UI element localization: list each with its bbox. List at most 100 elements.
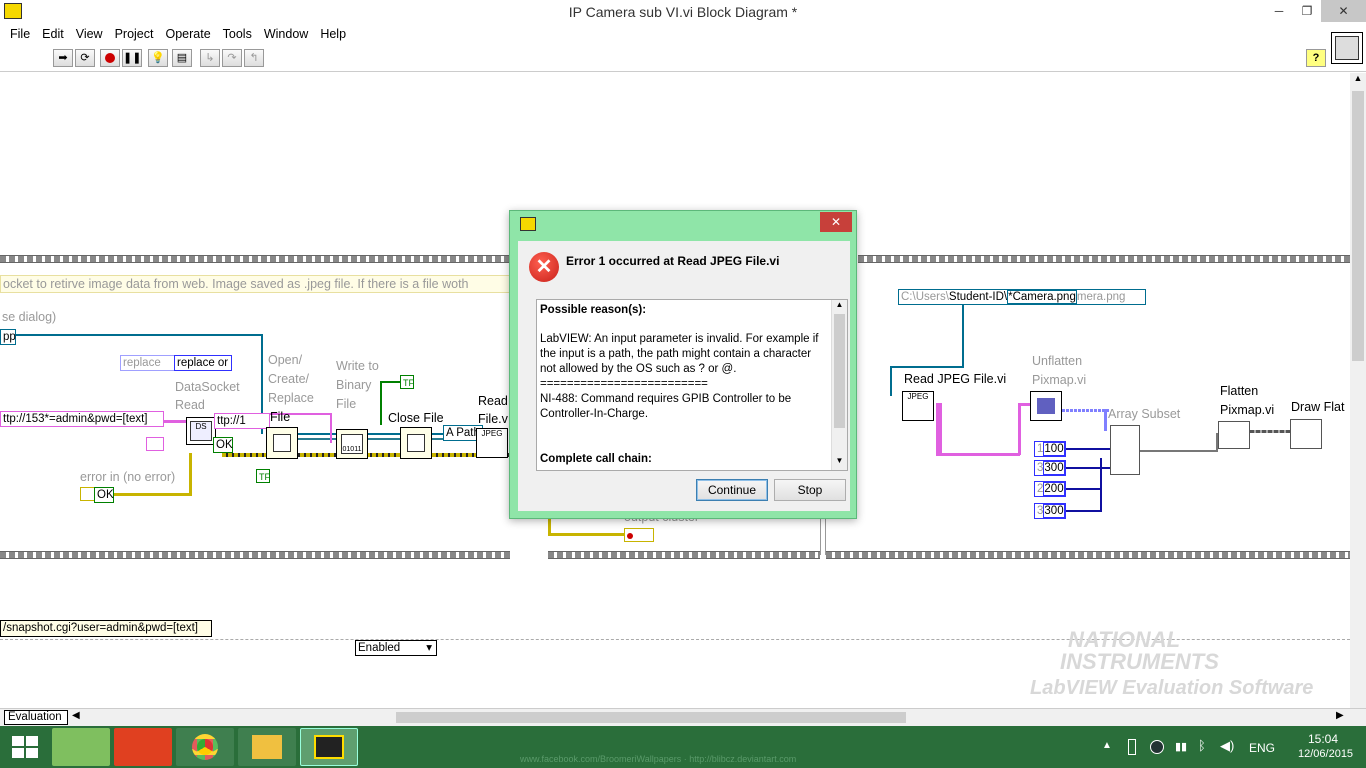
url-constant-2[interactable]: ttp://1 <box>214 413 270 429</box>
draw-flat-node[interactable] <box>1290 419 1322 449</box>
image-wire-3 <box>1018 403 1021 455</box>
image-path-constant[interactable]: C:\Users\Student-ID\*Camera.pngmera.png <box>898 289 1146 305</box>
url-constant[interactable]: ttp://153*=admin&pwd=[text] <box>0 411 164 427</box>
menu-file[interactable]: File <box>4 24 36 44</box>
app-icon[interactable] <box>4 3 22 19</box>
scroll-left-icon[interactable]: ◀ <box>72 710 80 721</box>
step-over-icon[interactable]: ↷ <box>222 49 242 67</box>
clock[interactable]: 15:04 12/06/2015 <box>1298 732 1353 762</box>
write-binary-label: Write to Binary File <box>336 359 379 411</box>
reason-text-area[interactable]: Possible reason(s): LabVIEW: An input pa… <box>536 299 848 471</box>
reason-scrollbar[interactable]: ▲ ▼ <box>831 300 847 470</box>
retain-wire-values-icon[interactable]: ▤ <box>172 49 192 67</box>
tray-arrow-icon[interactable]: ▲ <box>1102 740 1112 751</box>
dialog-close-button[interactable]: ✕ <box>820 212 852 232</box>
step-into-icon[interactable]: ↳ <box>200 49 220 67</box>
output-cluster-terminal[interactable] <box>624 528 654 542</box>
menu-operate[interactable]: Operate <box>159 24 216 44</box>
menu-project[interactable]: Project <box>109 24 160 44</box>
write-binary-node[interactable]: 01011 <box>336 429 368 459</box>
title-bar: IP Camera sub VI.vi Block Diagram * ─ ❐ … <box>0 0 1366 24</box>
taskbar-chrome-icon[interactable] <box>176 728 234 766</box>
diagram-comment[interactable]: ocket to retirve image data from web. Im… <box>0 275 510 293</box>
dropdown-arrow-icon[interactable]: ▾ <box>426 641 432 655</box>
menu-edit[interactable]: Edit <box>36 24 70 44</box>
taskbar-explorer-folders-icon[interactable] <box>52 728 110 766</box>
replace-ghost: replace <box>120 355 176 371</box>
step-out-icon[interactable]: ↰ <box>244 49 264 67</box>
scroll-thumb-v[interactable] <box>1352 91 1364 361</box>
dialog-body: ✕ Error 1 occurred at Read JPEG File.vi … <box>518 241 850 511</box>
highlight-execution-icon[interactable]: 💡 <box>148 49 168 67</box>
open-file-node[interactable] <box>266 427 298 459</box>
bluetooth-icon[interactable]: ᛒ <box>1198 738 1206 753</box>
index-wires <box>1066 448 1110 450</box>
volume-icon[interactable]: ◀) <box>1220 738 1234 754</box>
scroll-up-icon[interactable]: ▲ <box>1350 73 1366 89</box>
scroll-thumb-h[interactable] <box>396 712 906 723</box>
possible-reasons-heading: Possible reason(s): <box>540 304 647 316</box>
menu-window[interactable]: Window <box>258 24 314 44</box>
error-icon: ✕ <box>529 252 559 282</box>
pause-icon[interactable]: ❚❚ <box>122 49 142 67</box>
network-icon[interactable] <box>1150 740 1164 754</box>
continue-button[interactable]: Continue <box>696 479 768 501</box>
close-button[interactable]: ✕ <box>1321 0 1366 22</box>
taskbar-music-icon[interactable] <box>114 728 172 766</box>
stop-button[interactable]: Stop <box>774 479 846 501</box>
taskbar-file-explorer-icon[interactable] <box>238 728 296 766</box>
path-part-3: *Camera.png <box>1007 290 1077 304</box>
index-constant-2[interactable]: 3300 <box>1034 460 1066 476</box>
index-constant-1[interactable]: 1100 <box>1034 441 1066 457</box>
help-icon[interactable]: ? <box>1306 49 1326 67</box>
index-constant-3[interactable]: 2200 <box>1034 481 1066 497</box>
path-wire-right-h <box>890 366 964 368</box>
file-label: File <box>270 410 291 424</box>
menu-help[interactable]: Help <box>314 24 352 44</box>
dialog-terminal[interactable]: pp <box>0 329 16 345</box>
run-continuously-icon[interactable]: ⟳ <box>75 49 95 67</box>
restore-button[interactable]: ❐ <box>1293 0 1321 22</box>
signal-icon[interactable]: ▮▮ <box>1175 740 1187 753</box>
pink-wire-v <box>330 413 332 443</box>
flatten-wire <box>1140 450 1218 452</box>
reason-separator: ========================= <box>540 378 708 390</box>
minimize-button[interactable]: ─ <box>1265 0 1293 22</box>
close-file-node[interactable] <box>400 427 432 459</box>
read-jpeg-node-left[interactable]: JPEG <box>476 428 508 458</box>
boolean-constant-2[interactable]: TF <box>256 469 270 483</box>
read-jpeg-node[interactable]: JPEG <box>902 391 934 421</box>
windows-start-icon[interactable] <box>12 736 38 758</box>
snapshot-url-constant[interactable]: /snapshot.cgi?user=admin&pwd=[text] <box>0 620 212 637</box>
reason-scroll-down-icon[interactable]: ▼ <box>832 456 847 470</box>
horizontal-scrollbar[interactable]: Evaluation ◀ ▶ <box>0 708 1366 726</box>
unflatten-node[interactable] <box>1030 391 1062 421</box>
reason-scroll-thumb[interactable] <box>834 314 845 428</box>
flatten-node[interactable] <box>1218 421 1250 449</box>
taskbar-labview-icon[interactable] <box>300 728 358 766</box>
vertical-scrollbar[interactable]: ▲ <box>1350 73 1366 708</box>
datasocket-read-node[interactable]: DS <box>186 417 216 445</box>
reason-scroll-up-icon[interactable]: ▲ <box>832 300 847 314</box>
index-constant-4[interactable]: 3300 <box>1034 503 1066 519</box>
replace-mode-constant[interactable]: replace or <box>174 355 232 371</box>
datasocket-read-label: DataSocket Read <box>175 380 240 412</box>
array-subset-node[interactable] <box>1110 425 1140 475</box>
frame-border-bottom-right <box>826 551 1350 559</box>
abort-icon[interactable] <box>100 49 120 67</box>
reason-labview: LabVIEW: An input parameter is invalid. … <box>540 333 819 375</box>
run-arrow-icon[interactable]: ➡ <box>53 49 73 67</box>
toolbar: ➡ ⟳ ❚❚ 💡 ▤ ↳ ↷ ↰ ? <box>0 32 1366 72</box>
frame-border-top-right <box>858 255 1350 263</box>
scroll-right-icon[interactable]: ▶ <box>1336 710 1344 721</box>
enabled-selector[interactable]: Enabled ▾ <box>355 640 437 656</box>
menu-view[interactable]: View <box>70 24 109 44</box>
boolean-wire-v <box>380 381 382 425</box>
vi-icon <box>1331 32 1363 64</box>
open-create-replace-label: Open/ Create/ Replace <box>268 353 314 405</box>
small-string-constant[interactable] <box>146 437 164 451</box>
language-indicator[interactable]: ENG <box>1249 741 1275 755</box>
battery-icon[interactable] <box>1128 739 1136 755</box>
menu-tools[interactable]: Tools <box>217 24 258 44</box>
boolean-constant[interactable]: TF <box>400 375 414 389</box>
